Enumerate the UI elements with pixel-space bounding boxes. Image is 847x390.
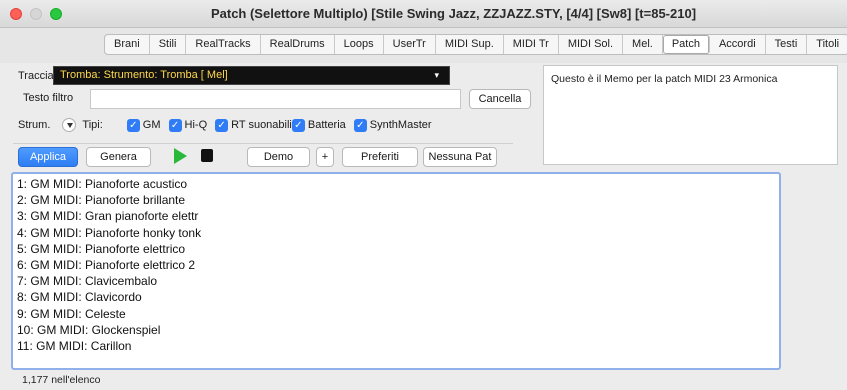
type-hiq-label: Hi-Q (184, 119, 208, 131)
tab-patch[interactable]: Patch (662, 35, 710, 54)
tab-mel[interactable]: Mel. (623, 35, 663, 54)
minimize-window-button[interactable] (30, 8, 42, 20)
list-item[interactable]: 7: GM MIDI: Clavicembalo (17, 273, 775, 289)
generate-button[interactable]: Genera (86, 147, 151, 167)
tab-usertr[interactable]: UserTr (384, 35, 436, 54)
favorites-button[interactable]: Preferiti (342, 147, 418, 167)
list-item[interactable]: 6: GM MIDI: Pianoforte elettrico 2 (17, 257, 775, 273)
list-count-status: 1,177 nell'elenco (22, 374, 101, 386)
window-title: Patch (Selettore Multiplo) [Stile Swing … (210, 6, 697, 21)
track-selector[interactable]: Tromba: Strumento: Tromba [ Mel] ▾ (53, 66, 450, 85)
filter-row: Testo filtro (23, 92, 73, 104)
type-gm-checkbox[interactable]: ✓ GM (126, 118, 161, 132)
close-window-button[interactable] (10, 8, 22, 20)
instrument-dropdown[interactable] (62, 118, 77, 132)
type-gm-label: GM (142, 119, 161, 131)
no-patch-button[interactable]: Nessuna Pat (423, 147, 497, 167)
stop-icon[interactable] (201, 149, 213, 162)
tab-strip: Brani Stili RealTracks RealDrums Loops U… (0, 28, 847, 63)
checkmark-icon: ✓ (126, 118, 140, 132)
list-item[interactable]: 1: GM MIDI: Pianoforte acustico (17, 176, 775, 192)
play-icon[interactable] (174, 148, 187, 164)
track-label: Traccia (18, 69, 54, 82)
chevron-down-icon: ▾ (434, 70, 439, 80)
type-drums-label: Batteria (307, 119, 346, 131)
type-synthmaster-checkbox[interactable]: ✓ SynthMaster (353, 118, 432, 132)
checkmark-icon: ✓ (168, 118, 182, 132)
tab-realdrums[interactable]: RealDrums (261, 35, 335, 54)
list-item[interactable]: 9: GM MIDI: Celeste (17, 306, 775, 322)
apply-button[interactable]: Applica (18, 147, 78, 167)
tab-midi-sol[interactable]: MIDI Sol. (559, 35, 624, 54)
demo-button[interactable]: Demo (247, 147, 310, 167)
types-label: Tipi: (82, 119, 103, 131)
track-selector-value: Tromba: Strumento: Tromba [ Mel] (60, 69, 228, 81)
clear-filter-button[interactable]: Cancella (469, 89, 531, 109)
tab-accordi[interactable]: Accordi (710, 35, 766, 54)
type-rt-label: RT suonabili (231, 119, 292, 131)
demo-add-button[interactable]: + (316, 147, 334, 167)
tab-bar: Brani Stili RealTracks RealDrums Loops U… (104, 34, 847, 55)
list-item[interactable]: 2: GM MIDI: Pianoforte brillante (17, 192, 775, 208)
checkmark-icon: ✓ (353, 118, 367, 132)
tab-stili[interactable]: Stili (150, 35, 187, 54)
tab-midi-tr[interactable]: MIDI Tr (504, 35, 559, 54)
type-synthmaster-label: SynthMaster (369, 119, 432, 131)
type-drums-checkbox[interactable]: ✓ Batteria (291, 118, 346, 132)
title-bar: Patch (Selettore Multiplo) [Stile Swing … (0, 0, 847, 28)
filter-input[interactable] (90, 89, 461, 109)
list-item[interactable]: 11: GM MIDI: Carillon (17, 338, 775, 354)
list-item[interactable]: 10: GM MIDI: Glockenspiel (17, 322, 775, 338)
patch-list[interactable]: 1: GM MIDI: Pianoforte acustico 2: GM MI… (11, 172, 781, 370)
tab-midi-sup[interactable]: MIDI Sup. (436, 35, 504, 54)
type-hiq-checkbox[interactable]: ✓ Hi-Q (168, 118, 208, 132)
type-rt-checkbox[interactable]: ✓ RT suonabili (215, 118, 292, 132)
tab-brani[interactable]: Brani (105, 35, 150, 54)
list-item[interactable]: 4: GM MIDI: Pianoforte honky tonk (17, 225, 775, 241)
list-item[interactable]: 8: GM MIDI: Clavicordo (17, 289, 775, 305)
filter-label: Testo filtro (23, 92, 74, 104)
list-item[interactable]: 3: GM MIDI: Gran pianoforte elettr (17, 208, 775, 224)
patch-memo[interactable]: Questo è il Memo per la patch MIDI 23 Ar… (543, 65, 838, 165)
zoom-window-button[interactable] (50, 8, 62, 20)
tab-realtracks[interactable]: RealTracks (186, 35, 261, 54)
instrument-row: Strum. Tipi: ✓ GM ✓ Hi-Q ✓ RT suonabili … (18, 118, 440, 132)
tab-titoli[interactable]: Titoli (807, 35, 847, 54)
list-item[interactable]: 5: GM MIDI: Pianoforte elettrico (17, 241, 775, 257)
instrument-label: Strum. (18, 119, 51, 131)
checkmark-icon: ✓ (215, 118, 229, 132)
checkmark-icon: ✓ (291, 118, 305, 132)
tab-testi[interactable]: Testi (766, 35, 808, 54)
tab-loops[interactable]: Loops (335, 35, 384, 54)
